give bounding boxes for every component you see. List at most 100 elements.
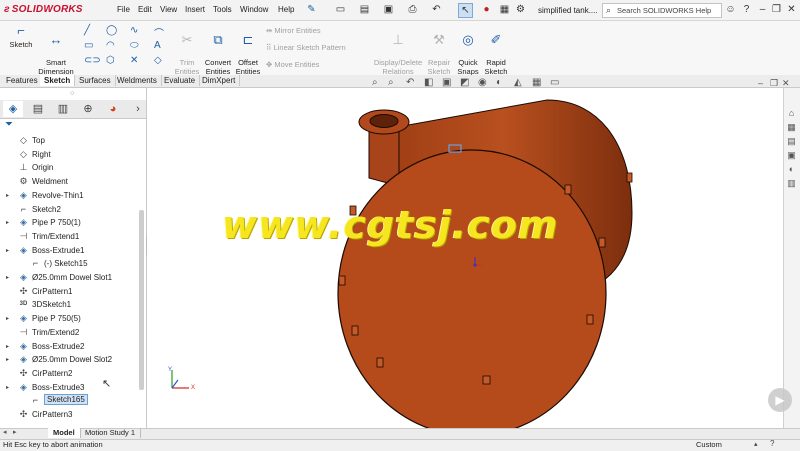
tree-item[interactable]: ◇ Top [0, 135, 140, 148]
tree-item[interactable]: ▸ ◈ Ø25.0mm Dowel Slot1 [0, 272, 140, 285]
ellipse-icon[interactable]: ⬭ [130, 40, 139, 51]
help-question-icon[interactable]: ? [740, 3, 753, 16]
tank-model[interactable] [147, 88, 782, 428]
tree-item[interactable]: ▸ ◈ Pipe P 750(5) [0, 313, 140, 326]
zoom-to-fit-icon[interactable]: ⌕ [372, 77, 378, 88]
tree-item[interactable]: ▸ ◈ Ø25.0mm Dowel Slot2 [0, 354, 140, 367]
play-icon[interactable]: ▶ [768, 388, 792, 412]
display-manager-tab-icon[interactable]: ◕ [103, 101, 123, 117]
tab-weldments[interactable]: Weldments [113, 75, 162, 86]
solidworks-resources-icon[interactable]: ⌂ [786, 108, 797, 119]
plane-icon[interactable]: ◇ [154, 55, 162, 66]
close-icon[interactable]: ✕ [785, 3, 798, 16]
menu-tools[interactable]: Tools [213, 5, 232, 14]
tree-item[interactable]: ⊣ Trim/Extend2 [0, 327, 140, 340]
tree-item[interactable]: ▸ ◈ Boss-Extrude1 [0, 245, 140, 258]
tree-item[interactable]: ▸ ◈ Boss-Extrude2 [0, 341, 140, 354]
expand-arrow-icon[interactable]: ▸ [6, 315, 9, 322]
zoom-area-icon[interactable]: ⌕ [388, 77, 394, 88]
repair-sketch-button[interactable]: ⚒ Repair Sketch [424, 24, 454, 77]
convert-entities-button[interactable]: ⧉ Convert Entities [202, 24, 234, 77]
expand-arrow-icon[interactable]: ▸ [6, 274, 9, 281]
rectangle-icon[interactable]: ▭ [84, 40, 93, 51]
expand-arrow-icon[interactable]: ▸ [6, 192, 9, 199]
trim-entities-button[interactable]: ✂ Trim Entities [172, 24, 202, 77]
tab-motion-study-1[interactable]: Motion Study 1 [80, 428, 142, 438]
rebuild-icon[interactable]: ● [480, 3, 493, 16]
display-delete-relations-button[interactable]: ⊥ Display/Delete Relations [372, 24, 424, 77]
mirror-entities-button[interactable]: ⇹ Mirror Entities [266, 26, 321, 35]
appearances-icon[interactable]: ◐ [786, 164, 797, 175]
options-gear-icon[interactable]: ⚙ [514, 3, 527, 16]
view-settings-icon[interactable]: ▦ [532, 77, 541, 88]
search-help-input[interactable]: ⌕ Search SOLIDWORKS Help [602, 3, 722, 18]
filter-icon[interactable]: ⏷ [5, 119, 13, 130]
panel-expand-arrow-icon[interactable]: › [128, 101, 148, 117]
expand-arrow-icon[interactable]: ▸ [6, 247, 9, 254]
tree-item[interactable]: ⚙ Weldment [0, 176, 140, 189]
polygon-icon[interactable]: ⬡ [106, 55, 115, 66]
display-style-icon[interactable]: ◩ [460, 77, 469, 88]
text-icon[interactable]: A [154, 40, 161, 51]
configuration-manager-tab-icon[interactable]: ▥ [53, 101, 73, 117]
linear-pattern-button[interactable]: ⠿ Linear Sketch Pattern [266, 43, 346, 52]
select-arrow-icon[interactable]: ↖ [458, 3, 473, 18]
arc-icon[interactable]: ◠ [106, 40, 115, 51]
edit-appearance-icon[interactable]: ◐ [496, 77, 502, 88]
tree-scrollbar[interactable] [139, 210, 144, 390]
apply-scene-icon[interactable]: ◭ [514, 77, 522, 88]
point-icon[interactable]: ✕ [130, 55, 138, 66]
smart-dimension-button[interactable]: ↔ Smart Dimension [36, 24, 76, 77]
property-manager-tab-icon[interactable]: ▤ [28, 101, 48, 117]
menu-edit[interactable]: Edit [138, 5, 152, 14]
tree-item[interactable]: ⊥ Origin [0, 162, 140, 175]
tree-item[interactable]: ◇ Right [0, 149, 140, 162]
help-icon[interactable]: ? [770, 439, 774, 448]
expand-arrow-icon[interactable]: ▸ [6, 219, 9, 226]
viewport-minimize-icon[interactable]: – [758, 78, 763, 88]
monitor-icon[interactable]: ▭ [550, 77, 559, 88]
circle-icon[interactable]: ◯ [106, 25, 117, 36]
feature-manager-tab-icon[interactable]: ◈ [3, 101, 23, 117]
tree-item[interactable]: ⌐ Sketch2 [0, 204, 140, 217]
view-palette-icon[interactable]: ▣ [786, 150, 797, 161]
menu-insert[interactable]: Insert [185, 5, 205, 14]
tab-evaluate[interactable]: Evaluate [160, 75, 201, 86]
tree-item[interactable]: ▸ ◈ Revolve-Thin1 [0, 190, 140, 203]
sketch-button[interactable]: ⌐ Sketch [6, 24, 36, 50]
minimize-icon[interactable]: – [756, 3, 769, 16]
spline-icon[interactable]: ∿ [130, 25, 138, 36]
hide-show-items-icon[interactable]: ◉ [478, 77, 487, 88]
tree-item[interactable]: ✣ CirPattern1 [0, 286, 140, 299]
menu-view[interactable]: View [160, 5, 177, 14]
slot-icon[interactable]: ⊂⊃ [84, 55, 101, 66]
tree-item[interactable]: 3D 3DSketch1 [0, 299, 140, 312]
units-selector[interactable]: Custom [696, 440, 722, 449]
custom-properties-icon[interactable]: ▥ [786, 178, 797, 189]
section-view-icon[interactable]: ◧ [424, 77, 433, 88]
panel-splitter-handle[interactable]: ○ [70, 90, 74, 97]
tab-sketch[interactable]: Sketch [40, 75, 76, 86]
undo-icon[interactable]: ↶ [430, 3, 443, 16]
expand-arrow-icon[interactable]: ▸ [6, 384, 9, 391]
tree-item[interactable]: ⌐ Sketch165 [0, 394, 140, 408]
expand-arrow-icon[interactable]: ▸ [6, 343, 9, 350]
tree-item[interactable]: ✣ CirPattern2 [0, 368, 140, 381]
rapid-sketch-button[interactable]: ✐ Rapid Sketch [482, 24, 510, 77]
file-properties-icon[interactable]: ▦ [498, 3, 511, 16]
solidworks-logo[interactable]: ƨ SOLIDWORKS [4, 4, 83, 15]
tree-item[interactable]: ⊣ Trim/Extend1 [0, 231, 140, 244]
tab-model[interactable]: Model [48, 428, 81, 438]
tab-features[interactable]: Features [2, 75, 43, 86]
print-icon[interactable]: ⎙ [406, 3, 419, 16]
tree-item[interactable]: ✣ CirPattern3 [0, 409, 140, 422]
sketch-fillet-icon[interactable]: ⌒ [154, 25, 164, 40]
tree-item[interactable]: ▸ ◈ Boss-Extrude3 [0, 382, 140, 395]
design-library-icon[interactable]: ▦ [786, 122, 797, 133]
line-icon[interactable]: ╱ [84, 25, 90, 36]
file-explorer-icon[interactable]: ▤ [786, 136, 797, 147]
save-icon[interactable]: ▣ [382, 3, 395, 16]
offset-entities-button[interactable]: ⊏ Offset Entities [234, 24, 262, 77]
tree-item[interactable]: ⌐ (-) Sketch15 [0, 258, 140, 271]
restore-icon[interactable]: ❐ [770, 3, 783, 16]
